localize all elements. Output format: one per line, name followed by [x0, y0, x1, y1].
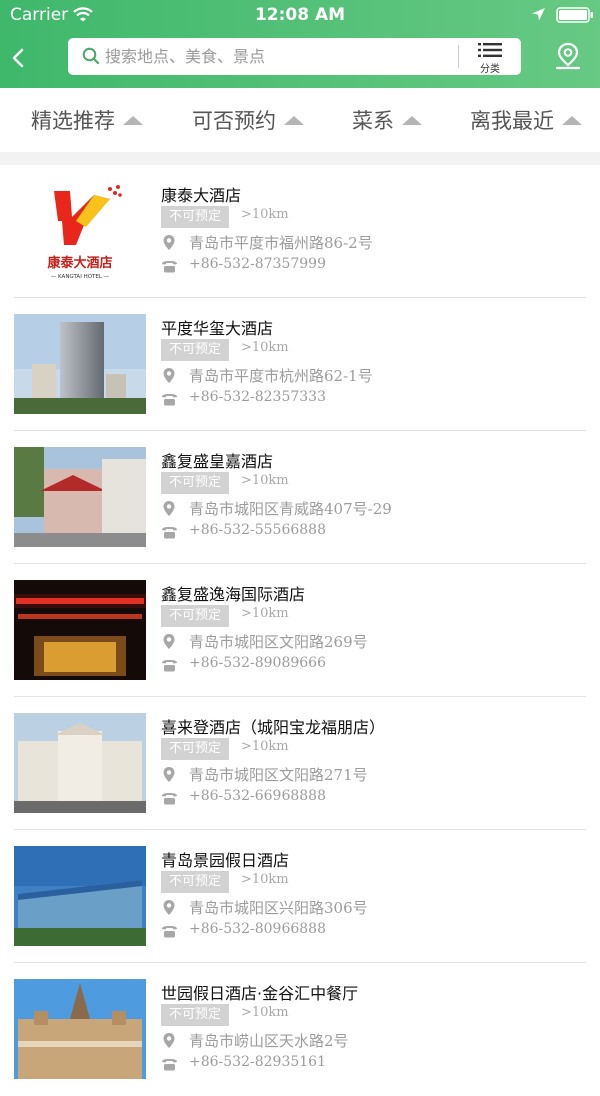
filter-label: 精选推荐 — [31, 109, 115, 133]
filter-label: 菜系 — [352, 109, 394, 133]
battery-icon — [556, 7, 593, 23]
distance-label: >10km — [241, 739, 289, 754]
restaurant-name: 平度华玺大酒店 — [161, 319, 274, 338]
status-bar: Carrier 12:08 AM — [0, 0, 600, 30]
phone-number[interactable]: +86-532-82357333 — [189, 389, 326, 405]
restaurant-row[interactable]: 青岛景园假日酒店 不可预定 >10km 青岛市城阳区兴阳路306号 +86-53… — [0, 830, 600, 963]
nav-header: Carrier 12:08 AM 搜索地点、美食、景点 分类 — [0, 0, 600, 88]
category-button[interactable]: 分类 — [470, 42, 510, 75]
filter-bookable[interactable]: 可否预约 — [192, 88, 304, 152]
location-arrow-icon — [532, 8, 545, 21]
restaurant-photo — [14, 447, 146, 547]
address-text: 青岛市城阳区兴阳路306号 — [189, 899, 368, 917]
restaurant-row[interactable]: 平度华玺大酒店 不可预定 >10km 青岛市平度市杭州路62-1号 +86-53… — [0, 298, 600, 431]
booking-status-badge: 不可预定 — [161, 738, 229, 760]
location-pin-icon — [163, 900, 175, 915]
restaurant-row[interactable]: 鑫复盛逸海国际酒店 不可预定 >10km 青岛市城阳区文阳路269号 +86-5… — [0, 564, 600, 697]
distance-label: >10km — [241, 1005, 289, 1020]
location-pin-icon — [163, 501, 175, 516]
filter-nearest[interactable]: 离我最近 — [470, 88, 582, 152]
restaurant-photo — [14, 314, 146, 414]
phone-number[interactable]: +86-532-89089666 — [189, 655, 326, 671]
triangle-up-icon — [123, 115, 143, 125]
restaurant-name: 青岛景园假日酒店 — [161, 851, 290, 870]
filter-label: 离我最近 — [470, 109, 554, 133]
phone-icon — [162, 793, 177, 805]
address-text: 青岛市平度市福州路86-2号 — [189, 234, 373, 252]
filter-featured[interactable]: 精选推荐 — [31, 88, 143, 152]
address-text: 青岛市城阳区文阳路269号 — [189, 633, 368, 651]
distance-label: >10km — [241, 872, 289, 887]
filter-cuisine[interactable]: 菜系 — [352, 88, 422, 152]
triangle-up-icon — [562, 115, 582, 125]
search-bar[interactable]: 搜索地点、美食、景点 分类 — [68, 38, 521, 75]
booking-status-badge: 不可预定 — [161, 871, 229, 893]
phone-icon — [162, 394, 177, 406]
list-icon — [478, 43, 502, 57]
phone-icon — [162, 926, 177, 938]
address-text: 青岛市城阳区青威路407号-29 — [189, 500, 392, 518]
chevron-left-icon[interactable] — [8, 46, 30, 70]
restaurant-name: 康泰大酒店 — [161, 186, 242, 205]
restaurant-photo: 康泰大酒店 — KANGTAI HOTEL — — [14, 181, 146, 281]
filter-bar: 精选推荐 可否预约 菜系 离我最近 — [0, 88, 600, 153]
category-label: 分类 — [480, 64, 500, 75]
phone-number[interactable]: +86-532-66968888 — [189, 788, 326, 804]
restaurant-photo — [14, 713, 146, 813]
search-divider — [458, 45, 459, 68]
booking-status-badge: 不可预定 — [161, 206, 229, 228]
restaurant-name: 鑫复盛皇嘉酒店 — [161, 452, 274, 471]
triangle-up-icon — [284, 115, 304, 125]
restaurant-photo — [14, 979, 146, 1079]
phone-number[interactable]: +86-532-80966888 — [189, 921, 326, 937]
restaurant-row[interactable]: 喜来登酒店（城阳宝龙福朋店） 不可预定 >10km 青岛市城阳区文阳路271号 … — [0, 697, 600, 830]
section-gap — [0, 152, 600, 165]
location-pin-icon — [163, 634, 175, 649]
distance-label: >10km — [241, 473, 289, 488]
phone-number[interactable]: +86-532-87357999 — [189, 256, 326, 272]
phone-icon — [162, 261, 177, 273]
address-text: 青岛市平度市杭州路62-1号 — [189, 367, 373, 385]
restaurant-row[interactable]: 鑫复盛皇嘉酒店 不可预定 >10km 青岛市城阳区青威路407号-29 +86-… — [0, 431, 600, 564]
restaurant-row[interactable]: 世园假日酒店·金谷汇中餐厅 不可预定 >10km 青岛市崂山区天水路2号 +86… — [0, 963, 600, 1096]
location-pin-icon — [163, 1033, 175, 1048]
address-text: 青岛市崂山区天水路2号 — [189, 1032, 349, 1050]
phone-number[interactable]: +86-532-82935161 — [189, 1054, 326, 1070]
logo-title: 康泰大酒店 — [47, 255, 112, 271]
location-pin-icon — [163, 235, 175, 250]
triangle-up-icon — [402, 115, 422, 125]
restaurant-photo — [14, 846, 146, 946]
map-pin-icon[interactable] — [553, 41, 583, 71]
clock: 12:08 AM — [254, 5, 346, 25]
restaurant-name: 鑫复盛逸海国际酒店 — [161, 585, 306, 604]
restaurant-list: 康泰大酒店 — KANGTAI HOTEL — 康泰大酒店 不可预定 >10km… — [0, 165, 600, 1096]
location-pin-icon — [163, 767, 175, 782]
booking-status-badge: 不可预定 — [161, 1004, 229, 1026]
distance-label: >10km — [241, 340, 289, 355]
phone-icon — [162, 1059, 177, 1071]
logo-subtitle: — KANGTAI HOTEL — — [51, 274, 110, 280]
booking-status-badge: 不可预定 — [161, 472, 229, 494]
search-input[interactable]: 搜索地点、美食、景点 — [105, 38, 265, 75]
phone-icon — [162, 527, 177, 539]
distance-label: >10km — [241, 207, 289, 222]
phone-icon — [162, 660, 177, 672]
booking-status-badge: 不可预定 — [161, 605, 229, 627]
search-icon — [82, 47, 100, 65]
restaurant-name: 喜来登酒店（城阳宝龙福朋店） — [161, 718, 386, 737]
booking-status-badge: 不可预定 — [161, 339, 229, 361]
restaurant-name: 世园假日酒店·金谷汇中餐厅 — [161, 984, 359, 1003]
restaurant-row[interactable]: 康泰大酒店 — KANGTAI HOTEL — 康泰大酒店 不可预定 >10km… — [0, 165, 600, 298]
address-text: 青岛市城阳区文阳路271号 — [189, 766, 368, 784]
phone-number[interactable]: +86-532-55566888 — [189, 522, 326, 538]
restaurant-photo — [14, 580, 146, 680]
filter-label: 可否预约 — [192, 109, 276, 133]
location-pin-icon — [163, 368, 175, 383]
distance-label: >10km — [241, 606, 289, 621]
